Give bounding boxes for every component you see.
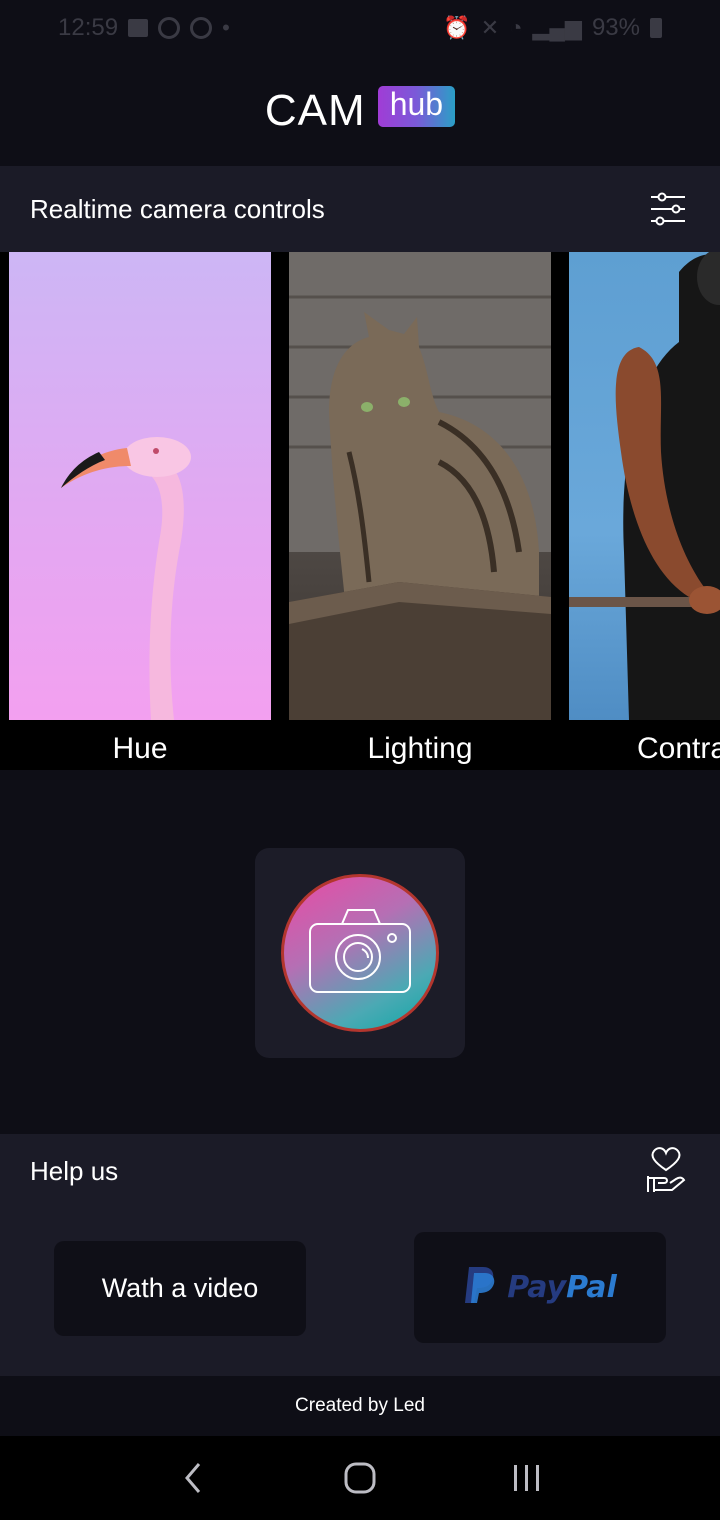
- paypal-wordmark: PayPal: [507, 1270, 617, 1305]
- app-header: CAM hub: [0, 56, 720, 166]
- watch-video-label: Wath a video: [101, 1273, 259, 1303]
- whatsapp-notification-icon: [190, 17, 213, 39]
- footer: Created by Led: [0, 1376, 720, 1436]
- mute-icon: ✕: [480, 15, 500, 40]
- home-button[interactable]: [330, 1448, 390, 1508]
- capture-tile[interactable]: [255, 848, 465, 1058]
- cat-image: [289, 252, 551, 720]
- home-icon: [344, 1462, 376, 1494]
- athlete-image: [569, 252, 720, 720]
- camera-capture-button[interactable]: [281, 874, 439, 1032]
- gallery-notification-icon: [128, 19, 149, 37]
- paypal-pal-text: Pal: [566, 1270, 617, 1305]
- watch-video-button[interactable]: Wath a video: [54, 1241, 306, 1336]
- capture-area: [0, 770, 720, 1134]
- flamingo-image: [9, 252, 271, 720]
- recents-button[interactable]: [497, 1448, 557, 1508]
- logo-cam-text: CAM: [264, 86, 366, 135]
- more-notifications-dot-icon: •: [222, 15, 230, 40]
- status-bar: 12:59 • ⏰ ✕ ◔ ▂▄▆ 93%: [0, 0, 720, 56]
- back-button[interactable]: [163, 1448, 223, 1508]
- help-title: Help us: [30, 1156, 119, 1186]
- battery-icon: [650, 18, 662, 38]
- status-right: ⏰ ✕ ◔ ▂▄▆ 93%: [443, 14, 662, 42]
- paypal-button[interactable]: PayPal: [414, 1232, 666, 1343]
- control-card-hue[interactable]: Hue: [9, 252, 271, 770]
- wifi-icon: ◔: [509, 15, 523, 40]
- card-label: Contra: [637, 732, 720, 765]
- system-nav-bar: [0, 1436, 720, 1520]
- status-left: 12:59 •: [58, 14, 230, 42]
- recents-icon: [513, 1465, 539, 1491]
- camera-icon: [308, 906, 412, 1001]
- app-notification-icon: [158, 17, 181, 39]
- battery-level: 93%: [591, 14, 640, 41]
- help-section: Help us Wath a video PayPal: [0, 1134, 720, 1376]
- logo-hub-badge: hub: [377, 85, 456, 127]
- control-card-lighting[interactable]: Lighting: [289, 252, 551, 770]
- back-chevron-icon: [185, 1463, 201, 1493]
- paypal-logo-icon: [463, 1265, 497, 1310]
- controls-title: Realtime camera controls: [30, 193, 325, 224]
- controls-carousel[interactable]: Hue Lighting Contra: [0, 252, 720, 770]
- paypal-pay-text: Pay: [507, 1270, 567, 1305]
- controls-section-header: Realtime camera controls: [0, 166, 720, 252]
- alarm-icon: ⏰: [443, 15, 471, 40]
- status-time: 12:59: [58, 14, 119, 41]
- signal-icon: ▂▄▆: [532, 15, 582, 40]
- card-label: Hue: [112, 732, 168, 765]
- card-label: Lighting: [367, 732, 473, 765]
- sliders-icon[interactable]: [650, 191, 686, 227]
- footer-credit: Created by Led: [295, 1395, 425, 1416]
- control-card-contrast[interactable]: Contra: [569, 252, 720, 770]
- heart-hand-icon: [646, 1146, 686, 1199]
